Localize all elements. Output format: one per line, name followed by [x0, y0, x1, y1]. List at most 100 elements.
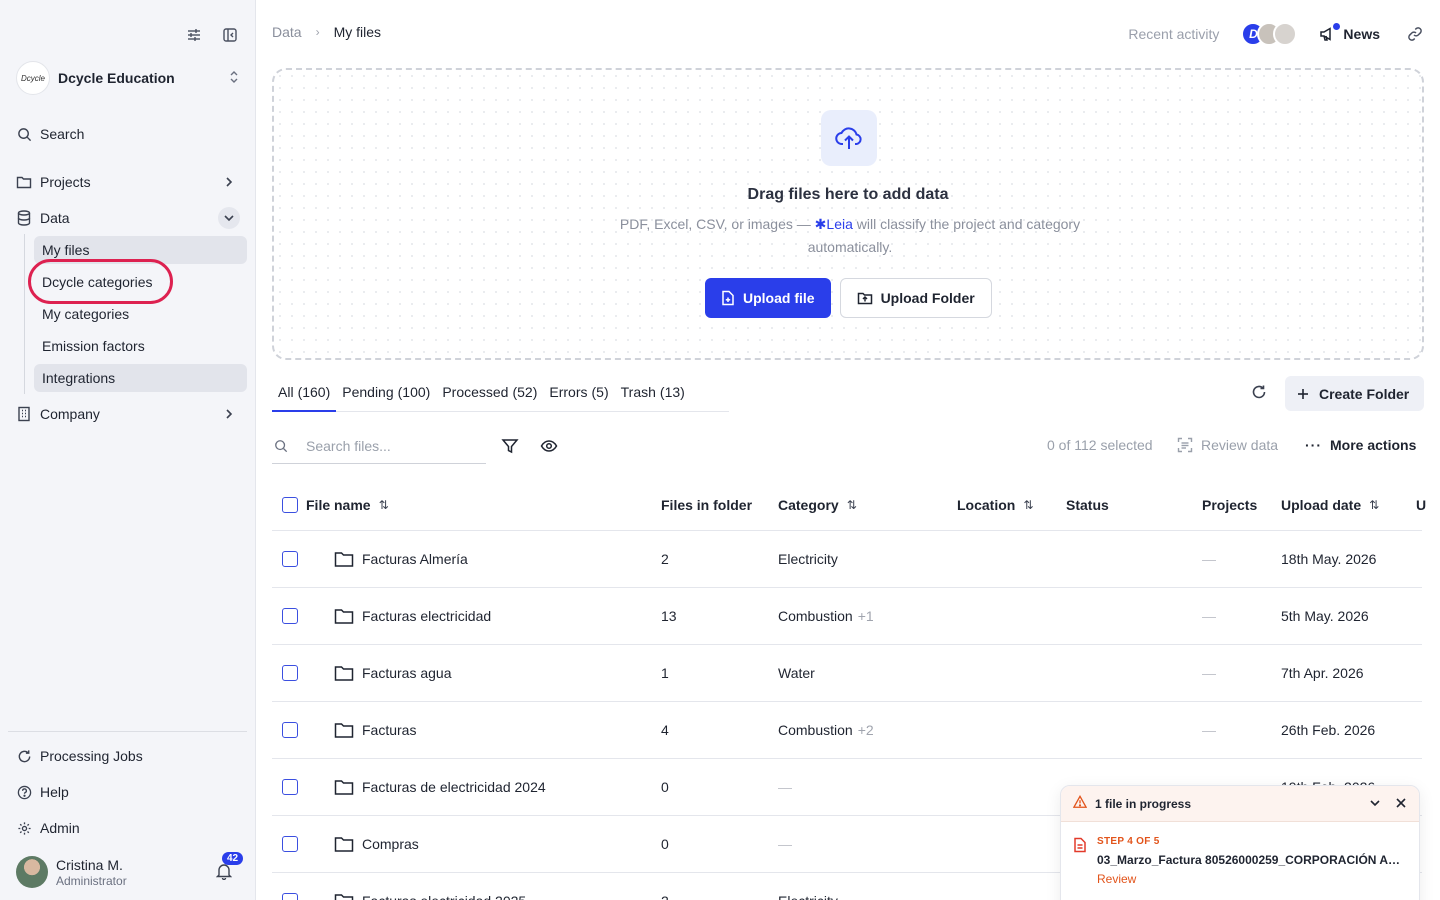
news-button[interactable]: News	[1319, 23, 1380, 42]
folder-upload-icon	[857, 292, 872, 305]
category-text: Combustion	[778, 722, 853, 738]
sidebar-item-label: Processing Jobs	[40, 748, 143, 764]
file-dropzone[interactable]: Drag files here to add data PDF, Excel, …	[272, 68, 1424, 360]
column-header-location[interactable]: Location ⇅	[957, 480, 1033, 530]
sidebar-item-my-categories[interactable]: My categories	[34, 300, 247, 328]
category-text: —	[778, 779, 792, 795]
link-icon[interactable]	[1406, 25, 1424, 43]
row-checkbox-cell	[282, 702, 298, 758]
name-text[interactable]: Facturas electricidad	[362, 608, 491, 624]
filter-icon[interactable]	[501, 437, 519, 458]
sidebar-item-data[interactable]: Data	[16, 204, 240, 232]
tab-count: (160)	[297, 384, 331, 400]
row-checkbox[interactable]	[282, 779, 298, 795]
date-text: 7th Apr. 2026	[1281, 665, 1364, 681]
processing-file-name: 03_Marzo_Factura 80526000259_CORPORACIÓN…	[1097, 853, 1401, 867]
eye-icon[interactable]	[540, 437, 558, 458]
sidebar-item-processing-jobs[interactable]: Processing Jobs	[16, 742, 240, 770]
table-row[interactable]: Facturas agua 1 Water — 7th Apr. 2026	[272, 645, 1422, 702]
close-icon[interactable]	[1395, 796, 1407, 812]
category-extra-count: +2	[857, 722, 874, 738]
name-text[interactable]: Compras	[362, 836, 419, 852]
sidebar-item-integrations[interactable]: Integrations	[34, 364, 247, 392]
chevron-right-icon[interactable]	[218, 171, 240, 193]
sidebar-item-admin[interactable]: Admin	[16, 814, 240, 842]
leia-link[interactable]: Leia	[826, 216, 852, 232]
row-checkbox[interactable]	[282, 722, 298, 738]
more-actions-button[interactable]: ··· More actions	[1305, 437, 1416, 453]
row-checkbox[interactable]	[282, 665, 298, 681]
column-header-file-name[interactable]: File name ⇅	[306, 480, 389, 530]
avatar	[1273, 22, 1298, 46]
toast-header: 1 file in progress	[1061, 786, 1419, 822]
notifications-button[interactable]: 42	[215, 852, 244, 882]
more-horizontal-icon: ···	[1305, 437, 1322, 453]
cell-name: Facturas electricidad 2025	[334, 873, 526, 900]
row-checkbox[interactable]	[282, 893, 298, 900]
name-text[interactable]: Facturas electricidad 2025	[362, 893, 526, 900]
sidebar-item-help[interactable]: Help	[16, 778, 240, 806]
projects-text: —	[1202, 665, 1216, 681]
upload-file-button[interactable]: Upload file	[705, 278, 831, 318]
cell-category: Combustion +1	[778, 588, 874, 644]
cell-name: Facturas	[334, 702, 416, 758]
tab-all[interactable]: All (160)	[272, 380, 337, 412]
upload-folder-button[interactable]: Upload Folder	[839, 278, 992, 318]
cell-projects: —	[1202, 702, 1216, 758]
recent-activity-link[interactable]: Recent activity	[1128, 26, 1219, 42]
row-checkbox[interactable]	[282, 551, 298, 567]
date-text: 18th May. 2026	[1281, 551, 1377, 567]
name-text[interactable]: Facturas agua	[362, 665, 452, 681]
tab-pending[interactable]: Pending (100)	[336, 380, 436, 412]
settings-sliders-icon[interactable]	[185, 26, 203, 44]
sidebar-item-search[interactable]: Search	[16, 120, 240, 148]
row-checkbox[interactable]	[282, 608, 298, 624]
sidebar-item-projects[interactable]: Projects	[16, 168, 240, 196]
row-checkbox[interactable]	[282, 836, 298, 852]
processing-step: STEP 4 OF 5	[1097, 836, 1160, 847]
sidebar-item-emission-factors[interactable]: Emission factors	[34, 332, 247, 360]
avatar	[16, 856, 48, 888]
avatar-group[interactable]: D	[1241, 22, 1298, 46]
tab-count: (100)	[397, 384, 431, 400]
name-text[interactable]: Facturas	[362, 722, 416, 738]
topbar-actions: Recent activity D News	[1128, 20, 1424, 48]
review-data-button[interactable]: Review data	[1177, 437, 1278, 453]
create-folder-button[interactable]: Create Folder	[1285, 376, 1424, 411]
user-profile[interactable]: Cristina M. Administrator 42	[16, 852, 246, 890]
refresh-icon	[16, 748, 32, 764]
table-row[interactable]: Facturas Almería 2 Electricity — 18th May. 2…	[272, 531, 1422, 588]
breadcrumb-root-link[interactable]: Data	[272, 24, 302, 40]
sidebar-item-company[interactable]: Company	[16, 400, 240, 428]
chevron-down-icon[interactable]	[218, 207, 240, 229]
files-text: 1	[661, 665, 669, 681]
column-header-category[interactable]: Category ⇅	[778, 480, 857, 530]
search-input[interactable]	[306, 437, 476, 454]
category-text: Water	[778, 665, 815, 681]
sidebar-item-label: Projects	[40, 174, 91, 190]
notification-count-badge: 42	[222, 852, 244, 865]
cell-category: Electricity	[778, 531, 838, 587]
tab-errors[interactable]: Errors (5)	[543, 380, 614, 412]
unread-dot	[1333, 23, 1341, 30]
files-text: 2	[661, 893, 669, 900]
refresh-icon[interactable]	[1251, 384, 1271, 404]
chevron-right-icon[interactable]	[218, 403, 240, 425]
row-checkbox-cell	[282, 816, 298, 872]
cell-projects: —	[1202, 588, 1216, 644]
name-text[interactable]: Facturas Almería	[362, 551, 468, 567]
folder-icon	[334, 894, 354, 900]
chevron-down-icon[interactable]	[1369, 796, 1381, 812]
folder-icon	[334, 723, 354, 738]
name-text[interactable]: Facturas de electricidad 2024	[362, 779, 546, 795]
table-row[interactable]: Facturas electricidad 13 Combustion +1 — 5th …	[272, 588, 1422, 645]
tab-trash[interactable]: Trash (13)	[615, 380, 691, 412]
tab-processed[interactable]: Processed (52)	[436, 380, 543, 412]
table-row[interactable]: Facturas 4 Combustion +2 — 26th Feb. 2026	[272, 702, 1422, 759]
collapse-sidebar-icon[interactable]	[221, 26, 239, 44]
select-all-checkbox[interactable]	[282, 497, 298, 513]
sidebar-top-actions	[185, 26, 239, 44]
column-header-upload-date[interactable]: Upload date ⇅	[1281, 480, 1379, 530]
org-switcher[interactable]: Dcycle Dcycle Education	[16, 60, 240, 96]
review-link[interactable]: Review	[1097, 872, 1407, 886]
